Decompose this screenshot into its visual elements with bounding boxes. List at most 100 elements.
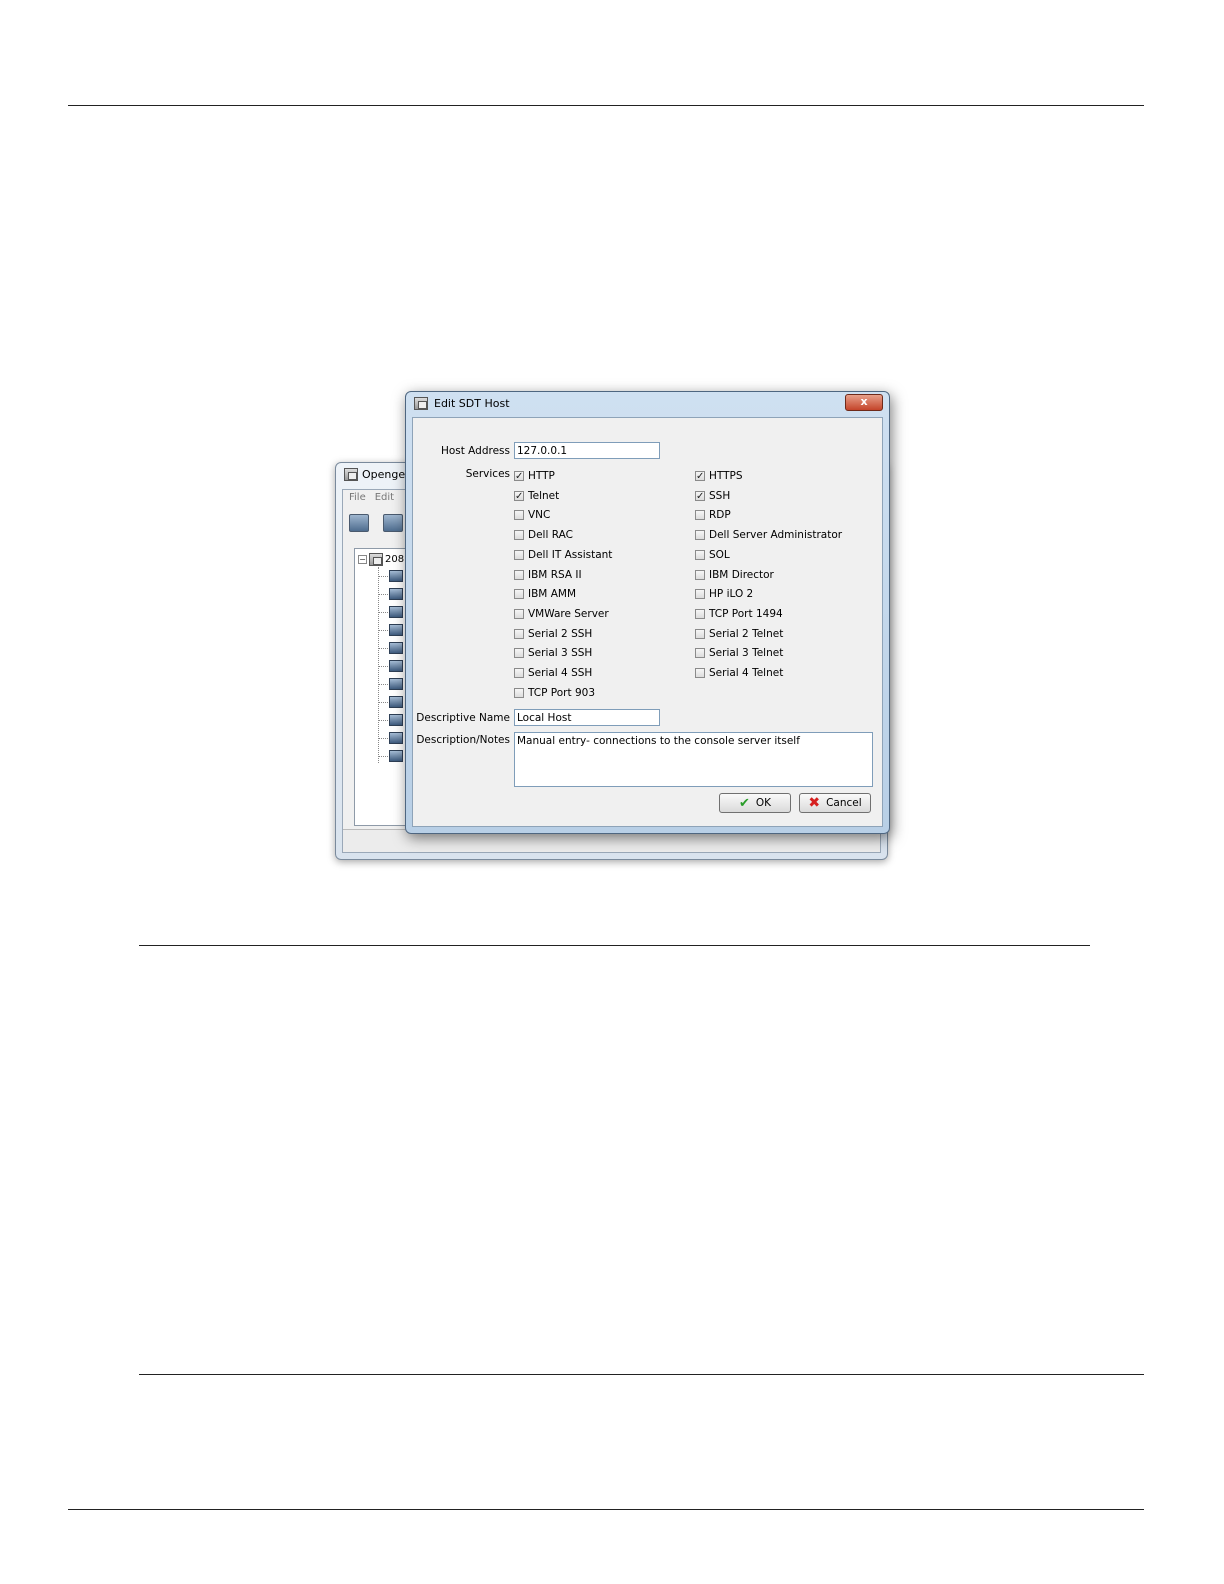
description-notes-textarea[interactable]: Manual entry- connections to the console… [514,732,873,787]
close-button[interactable]: x [845,394,883,411]
service-checkbox-serial-4-ssh[interactable]: Serial 4 SSH [514,667,592,679]
service-checkbox-ssh[interactable]: ✓ SSH [695,490,730,502]
unchecked-checkbox-icon[interactable] [514,549,524,560]
service-checkbox-ibm-rsa-ii[interactable]: IBM RSA II [514,569,582,581]
tree-host-node[interactable] [378,605,403,619]
tree-host-node[interactable] [378,569,403,583]
service-checkbox-dell-rac[interactable]: Dell RAC [514,529,573,541]
checked-checkbox-icon[interactable]: ✓ [695,490,705,501]
tree-host-node[interactable] [378,641,403,655]
tree-host-node[interactable] [378,713,403,727]
unchecked-checkbox-icon[interactable] [695,510,705,521]
unchecked-checkbox-icon[interactable] [514,687,524,698]
descriptive-name-input[interactable] [514,709,660,726]
unchecked-checkbox-icon[interactable] [514,648,524,659]
tree-host-node[interactable] [378,659,403,673]
tree-root[interactable]: − 208 [358,553,404,566]
service-checkbox-serial-3-ssh[interactable]: Serial 3 SSH [514,647,592,659]
unchecked-checkbox-icon[interactable] [695,608,705,619]
service-label: Serial 4 Telnet [709,667,784,679]
service-checkbox-hp-ilo-2[interactable]: HP iLO 2 [695,588,753,600]
services-label: Services [465,468,510,480]
service-checkbox-vmware-server[interactable]: VMWare Server [514,608,609,620]
service-label: TCP Port 903 [528,686,595,699]
add-host-icon[interactable] [383,514,403,532]
service-checkbox-tcp-port-903[interactable]: TCP Port 903 [514,687,595,699]
add-group-icon[interactable] [349,514,369,532]
tree-host-node[interactable] [378,749,403,763]
tree-host-node[interactable] [378,695,403,709]
menu-file[interactable]: File [349,492,366,503]
unchecked-checkbox-icon[interactable] [695,628,705,639]
host-computer-icon [389,696,403,708]
service-checkbox-serial-4-telnet[interactable]: Serial 4 Telnet [695,667,783,679]
checked-checkbox-icon[interactable]: ✓ [514,490,524,501]
collapse-icon[interactable]: − [358,555,367,564]
cancel-button-label: Cancel [826,797,862,809]
background-window-titlebar[interactable]: Opengea [344,468,412,481]
service-checkbox-http[interactable]: ✓ HTTP [514,470,555,482]
host-computer-icon [389,624,403,636]
service-checkbox-dell-it-assistant[interactable]: Dell IT Assistant [514,549,612,561]
tree-host-node[interactable] [378,623,403,637]
tree-host-node[interactable] [378,677,403,691]
unchecked-checkbox-icon[interactable] [695,530,705,541]
service-checkbox-serial-2-ssh[interactable]: Serial 2 SSH [514,628,592,640]
service-label: IBM Director [709,568,774,581]
descriptive-name-label: Descriptive Name [416,712,510,724]
service-checkbox-serial-3-telnet[interactable]: Serial 3 Telnet [695,647,783,659]
unchecked-checkbox-icon[interactable] [695,589,705,600]
menu-edit[interactable]: Edit [375,492,394,503]
tree-root-label: 208 [385,554,405,565]
unchecked-checkbox-icon[interactable] [514,628,524,639]
unchecked-checkbox-icon[interactable] [514,510,524,521]
service-checkbox-sol[interactable]: SOL [695,549,730,561]
service-label: VNC [528,509,551,522]
service-checkbox-ibm-amm[interactable]: IBM AMM [514,588,576,600]
service-checkbox-vnc[interactable]: VNC [514,509,550,521]
checkmark-icon: ✔ [738,795,750,811]
service-label: Dell Server Administrator [709,529,843,542]
ok-button[interactable]: ✔ OK [719,793,791,813]
service-label: TCP Port 1494 [709,607,783,620]
service-checkbox-rdp[interactable]: RDP [695,509,731,521]
host-computer-icon [389,570,403,582]
service-checkbox-serial-2-telnet[interactable]: Serial 2 Telnet [695,628,783,640]
checked-checkbox-icon[interactable]: ✓ [514,471,524,482]
menu-bar: File Edit [349,492,394,503]
service-checkbox-dell-server-administrator[interactable]: Dell Server Administrator [695,529,842,541]
dialog-title: Edit SDT Host [434,397,510,410]
service-checkbox-https[interactable]: ✓ HTTPS [695,470,743,482]
page-rule-bottom [68,1509,1144,1510]
service-checkbox-tcp-port-1494[interactable]: TCP Port 1494 [695,608,783,620]
service-label: Serial 3 Telnet [709,647,784,660]
service-label: RDP [709,509,731,522]
service-label: SSH [709,489,731,502]
unchecked-checkbox-icon[interactable] [514,668,524,678]
host-address-input[interactable] [514,442,660,459]
checked-checkbox-icon[interactable]: ✓ [695,471,705,482]
tree-host-node[interactable] [378,731,403,745]
host-computer-icon [389,732,403,744]
dialog-titlebar[interactable]: Edit SDT Host [414,397,510,410]
description-notes-label: Description/Notes [416,734,510,746]
gateway-icon [369,553,383,566]
service-checkbox-ibm-director[interactable]: IBM Director [695,569,774,581]
unchecked-checkbox-icon[interactable] [695,668,705,678]
cancel-x-icon: ✖ [808,795,821,811]
unchecked-checkbox-icon[interactable] [514,608,524,619]
host-computer-icon [389,642,403,654]
service-label: Dell IT Assistant [528,548,613,561]
unchecked-checkbox-icon[interactable] [695,648,705,659]
dialog-app-icon [414,397,428,410]
tree-host-node[interactable] [378,587,403,601]
unchecked-checkbox-icon[interactable] [514,589,524,600]
unchecked-checkbox-icon[interactable] [514,530,524,541]
edit-sdt-host-dialog[interactable]: Edit SDT Host x Host Address Services ✓ H… [405,391,890,834]
cancel-button[interactable]: ✖ Cancel [799,793,871,813]
unchecked-checkbox-icon[interactable] [695,549,705,560]
service-label: IBM RSA II [528,568,582,581]
service-checkbox-telnet[interactable]: ✓ Telnet [514,490,559,502]
unchecked-checkbox-icon[interactable] [514,569,524,580]
unchecked-checkbox-icon[interactable] [695,569,705,580]
